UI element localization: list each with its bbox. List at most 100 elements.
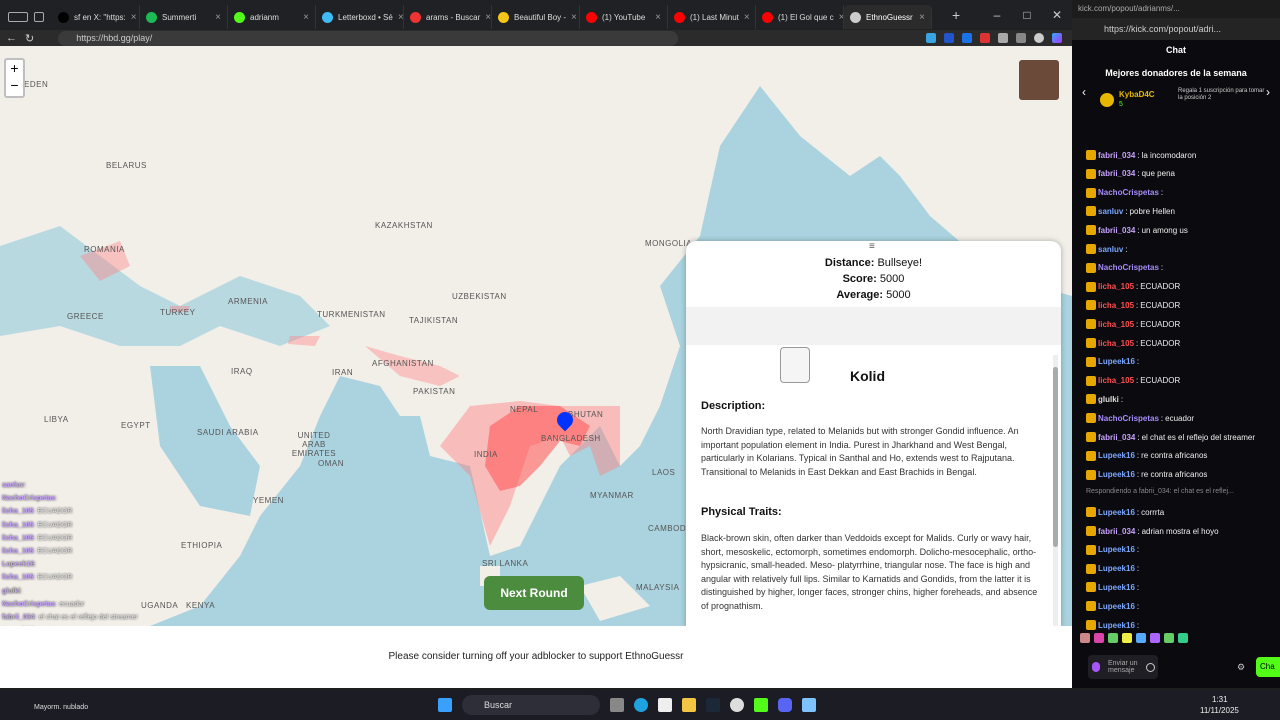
taskbar-search[interactable]: Buscar xyxy=(462,695,600,715)
task-view-icon[interactable] xyxy=(610,698,624,712)
close-tab-icon[interactable]: × xyxy=(744,12,750,23)
chat-username[interactable]: fabrii_034 xyxy=(1098,151,1135,160)
extension-icon[interactable] xyxy=(980,33,990,43)
emote-icon[interactable] xyxy=(1150,633,1160,643)
emote-icon[interactable] xyxy=(1094,633,1104,643)
minimize-button[interactable]: – xyxy=(982,8,1012,22)
maximize-button[interactable]: □ xyxy=(1012,8,1042,22)
chat-message: fabrii_034: que pena xyxy=(1086,168,1175,179)
browser-tab[interactable]: sf en X: "https: × xyxy=(52,5,140,29)
panel-menu-icon[interactable]: ≡ xyxy=(869,241,875,252)
chat-username[interactable]: Lupeek16 xyxy=(1098,621,1135,630)
emote-bar xyxy=(1080,633,1276,649)
browser-tab[interactable]: EthnoGuessr × xyxy=(844,5,932,29)
close-tab-icon[interactable]: × xyxy=(919,12,925,23)
extension-icon[interactable] xyxy=(926,33,936,43)
url-input[interactable]: https://hbd.gg/play/ xyxy=(58,30,679,46)
close-tab-icon[interactable]: × xyxy=(655,12,661,23)
chat-username[interactable]: licha_105 xyxy=(1098,282,1134,291)
chat-username[interactable]: Lupeek16 xyxy=(1098,545,1135,554)
chat-username[interactable]: Lupeek16 xyxy=(1098,451,1135,460)
clock-date[interactable]: 11/11/2025 xyxy=(1200,706,1239,715)
close-tab-icon[interactable]: × xyxy=(485,12,491,23)
back-icon[interactable]: ← xyxy=(6,32,17,44)
notepad-icon[interactable] xyxy=(802,698,816,712)
close-tab-icon[interactable]: × xyxy=(215,12,221,23)
chat-username[interactable]: licha_105 xyxy=(1098,301,1134,310)
close-tab-icon[interactable]: × xyxy=(131,12,137,23)
browser-tab[interactable]: arams - Buscar × xyxy=(404,5,492,29)
emote-icon[interactable] xyxy=(1164,633,1174,643)
chat-username[interactable]: Lupeek16 xyxy=(1098,470,1135,479)
chat-username[interactable]: fabrii_034 xyxy=(1098,527,1135,536)
chrome-icon[interactable] xyxy=(730,698,744,712)
extension-icon[interactable] xyxy=(962,33,972,43)
close-window-button[interactable]: ✕ xyxy=(1042,8,1072,22)
browser-tab[interactable]: adrianm × xyxy=(228,5,316,29)
steam-icon[interactable] xyxy=(706,698,720,712)
emote-icon[interactable] xyxy=(1136,633,1146,643)
emote-icon[interactable] xyxy=(1080,633,1090,643)
extension-icon[interactable] xyxy=(998,33,1008,43)
weather-text[interactable]: Mayorm. nublado xyxy=(34,704,88,711)
browser-tab[interactable]: (1) YouTube × xyxy=(580,5,668,29)
chat-username[interactable]: Lupeek16 xyxy=(1098,602,1135,611)
extension-icon[interactable] xyxy=(944,33,954,43)
chat-username[interactable]: sanluv xyxy=(1098,245,1123,254)
chat-username[interactable]: NachoCrispetas xyxy=(1098,263,1159,272)
store-icon[interactable] xyxy=(658,698,672,712)
next-round-button[interactable]: Next Round xyxy=(484,576,584,610)
browser-tab[interactable]: Beautiful Boy - × xyxy=(492,5,580,29)
chat-username[interactable]: Lupeek16 xyxy=(1098,357,1135,366)
emoji-icon[interactable] xyxy=(1146,663,1155,672)
chat-username[interactable]: fabrii_034 xyxy=(1098,226,1135,235)
new-tab-button[interactable]: + xyxy=(952,7,972,23)
emote-icon[interactable] xyxy=(1108,633,1118,643)
chat-username[interactable]: licha_105 xyxy=(1098,320,1134,329)
discord-icon[interactable] xyxy=(778,698,792,712)
chat-username[interactable]: sanluv xyxy=(1098,207,1123,216)
zoom-in-button[interactable]: + xyxy=(6,60,23,77)
chat-username[interactable]: NachoCrispetas xyxy=(1098,414,1159,423)
clock-time[interactable]: 1:31 xyxy=(1212,695,1228,704)
profile-icon[interactable] xyxy=(1034,33,1044,43)
browser-tab[interactable]: (1) El Gol que c × xyxy=(756,5,844,29)
map-country-label: BELARUS xyxy=(106,161,147,170)
map-country-label: ETHIOPIA xyxy=(181,541,223,550)
chat-username[interactable]: licha_105 xyxy=(1098,339,1134,348)
send-chat-button[interactable]: Cha xyxy=(1256,657,1280,677)
refresh-icon[interactable]: ↻ xyxy=(25,32,34,45)
chat-username[interactable]: fabrii_034 xyxy=(1098,433,1135,442)
edge-icon[interactable] xyxy=(634,698,648,712)
chat-settings-icon[interactable]: ⚙ xyxy=(1237,662,1245,673)
mic-icon[interactable] xyxy=(1092,662,1100,672)
donor-name[interactable]: KybaD4C xyxy=(1119,90,1155,99)
start-icon[interactable] xyxy=(438,698,452,712)
close-tab-icon[interactable]: × xyxy=(398,12,403,23)
chat-username[interactable]: licha_105 xyxy=(1098,376,1134,385)
chat-username[interactable]: fabrii_034 xyxy=(1098,169,1135,178)
close-tab-icon[interactable]: × xyxy=(303,12,309,23)
workspaces-icon[interactable] xyxy=(34,12,44,22)
browser-tab[interactable]: Summerti × xyxy=(140,5,228,29)
emote-icon[interactable] xyxy=(1122,633,1132,643)
panel-scroll-thumb[interactable] xyxy=(1053,367,1058,547)
chat-username[interactable]: glulki xyxy=(1098,395,1119,404)
browser-tab[interactable]: Letterboxd • Sé × xyxy=(316,5,404,29)
kick-url-input[interactable]: https://kick.com/popout/adri... xyxy=(1072,18,1280,40)
zoom-out-button[interactable]: − xyxy=(6,77,23,94)
chat-username[interactable]: Lupeek16 xyxy=(1098,583,1135,592)
explorer-icon[interactable] xyxy=(682,698,696,712)
chat-username[interactable]: NachoCrispetas xyxy=(1098,188,1159,197)
extension-icon[interactable] xyxy=(1016,33,1026,43)
sub-badge-icon xyxy=(1086,394,1096,405)
browser-tab[interactable]: (1) Last Minut × xyxy=(668,5,756,29)
emote-icon[interactable] xyxy=(1178,633,1188,643)
chat-username[interactable]: Lupeek16 xyxy=(1098,508,1135,517)
chat-username[interactable]: Lupeek16 xyxy=(1098,564,1135,573)
copilot-icon[interactable] xyxy=(1052,33,1062,43)
close-tab-icon[interactable]: × xyxy=(571,12,577,23)
prev-donor-icon[interactable]: ‹ xyxy=(1082,85,1086,99)
tab-actions-icon[interactable] xyxy=(8,12,28,22)
kick-app-icon[interactable] xyxy=(754,698,768,712)
